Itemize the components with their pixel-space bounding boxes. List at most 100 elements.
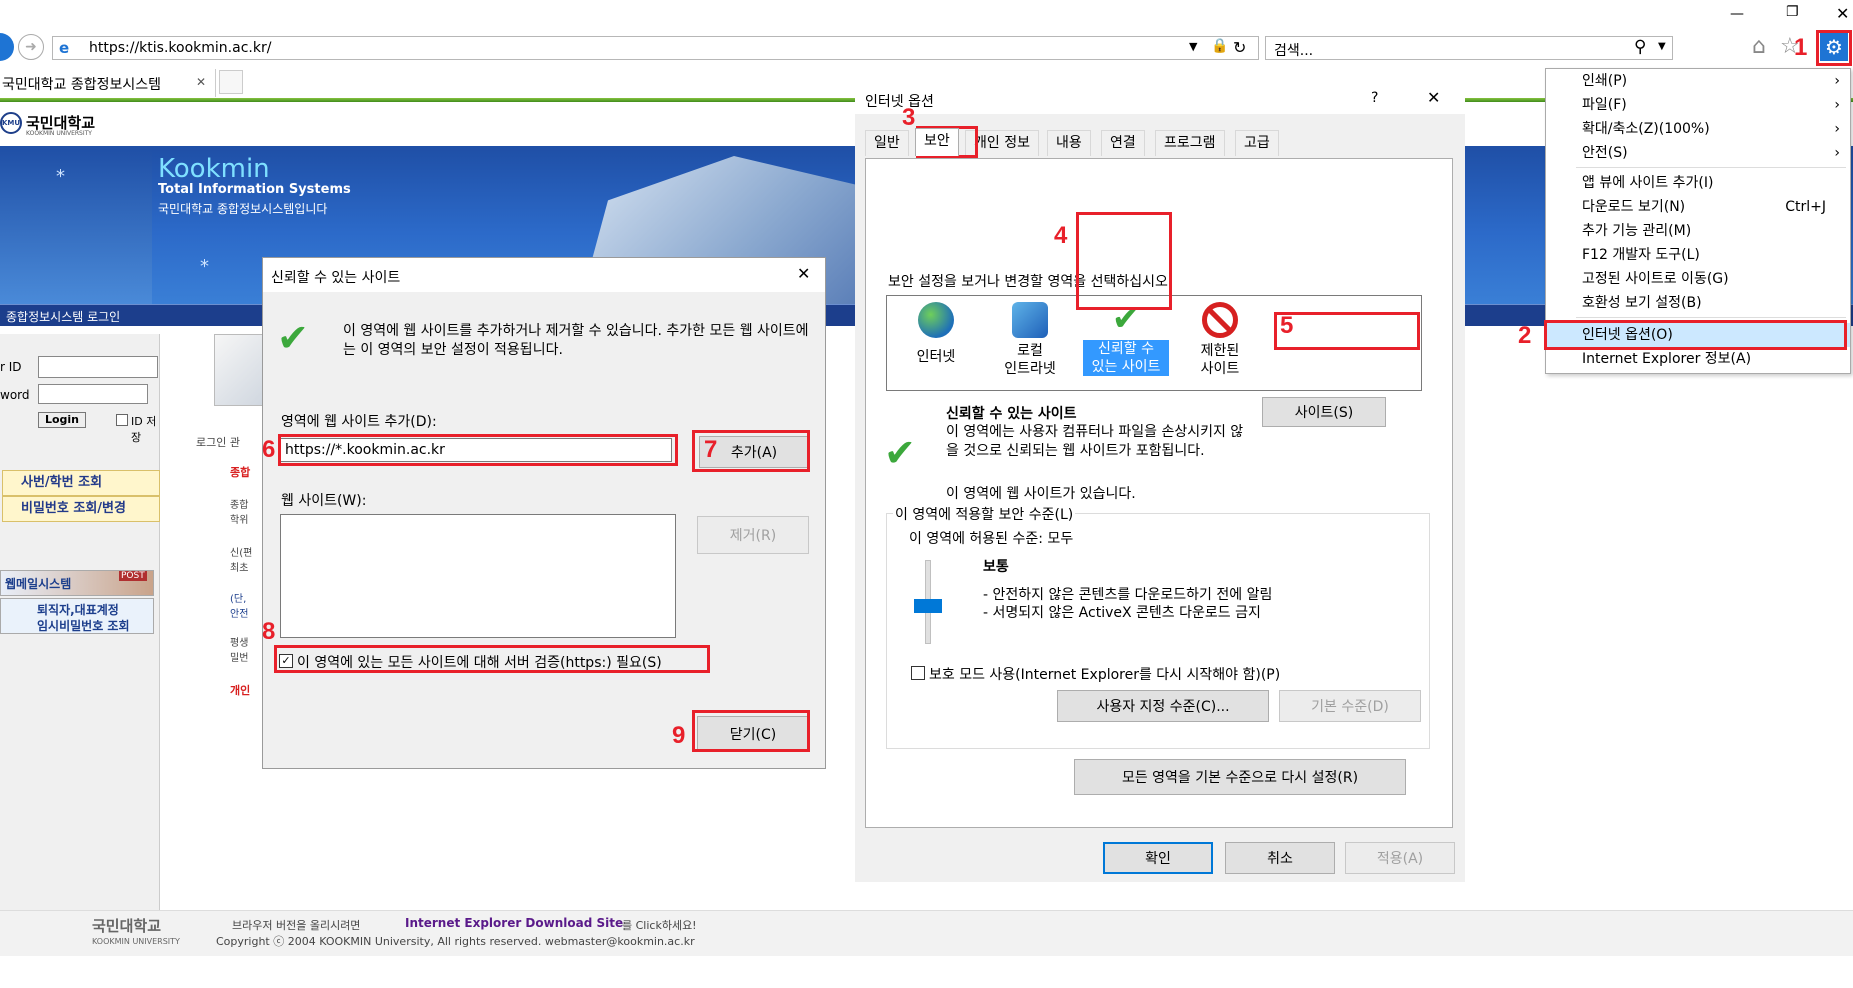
zone-description: 이 영역에는 사용자 컴퓨터나 파일을 손상시키지 않을 것으로 신뢰되는 웹 … <box>946 424 1244 459</box>
ie-download-link[interactable]: Internet Explorer Download Site <box>405 916 623 930</box>
banner-star-icon: * <box>200 256 209 277</box>
notice-item[interactable]: (단, 안전 <box>230 590 248 620</box>
websites-list[interactable] <box>280 514 676 638</box>
search-dropdown-icon[interactable]: ▼ <box>1658 41 1666 52</box>
protected-mode-checkbox[interactable] <box>911 666 925 680</box>
zone-trusted-sites[interactable]: ✔ 신뢰할 수 있는 사이트 <box>1083 298 1169 388</box>
close-icon[interactable]: ✕ <box>1427 88 1440 107</box>
default-level-button[interactable]: 기본 수준(D) <box>1279 690 1421 722</box>
tab-general[interactable]: 일반 <box>865 130 909 156</box>
menu-item-print[interactable]: 인쇄(P) › <box>1546 69 1850 93</box>
chevron-right-icon: › <box>1834 121 1840 137</box>
custom-level-button[interactable]: 사용자 지정 수준(C)... <box>1057 690 1269 722</box>
retire-account-banner[interactable]: 퇴직자,대표계정 임시비밀번호 조회 <box>0 598 154 634</box>
webmail-banner[interactable]: 웹메일시스템 POST <box>0 570 154 596</box>
password-lookup-link[interactable]: 비밀번호 조회/변경 <box>2 496 160 522</box>
search-icon[interactable]: ⚲ <box>1634 37 1646 57</box>
slider-thumb[interactable] <box>914 599 942 613</box>
retire-line1: 퇴직자,대표계정 <box>37 603 119 617</box>
minimize-icon[interactable]: — <box>1730 6 1750 22</box>
cancel-button[interactable]: 취소 <box>1225 842 1335 874</box>
new-tab-button[interactable] <box>219 70 243 94</box>
notice-item[interactable]: 종합 <box>230 464 250 480</box>
gear-icon[interactable]: ⚙ <box>1820 33 1848 61</box>
add-site-value: https://*.kookmin.ac.kr <box>285 442 445 458</box>
https-checkbox[interactable]: ✓ <box>279 654 293 668</box>
security-level-group: 이 영역에 적용할 보안 수준(L) 이 영역에 허용된 수준: 모두 보통 -… <box>886 504 1430 749</box>
zone-local-intranet[interactable]: 로컬 인트라넷 <box>987 300 1073 386</box>
add-site-input[interactable]: https://*.kookmin.ac.kr <box>280 438 672 462</box>
menu-item-devtools[interactable]: F12 개발자 도구(L) <box>1546 243 1850 267</box>
studentno-lookup-link[interactable]: 사번/학번 조회 <box>2 470 160 496</box>
menu-label: 인터넷 옵션(O) <box>1582 327 1673 343</box>
back-button[interactable] <box>0 33 14 61</box>
browser-tab[interactable]: 국민대학교 종합정보시스템 ✕ <box>0 69 216 97</box>
menu-item-addons[interactable]: 추가 기능 관리(M) <box>1546 219 1850 243</box>
search-input[interactable]: 검색... <box>1274 40 1313 60</box>
menu-item-pinned-sites[interactable]: 고정된 사이트로 이동(G) <box>1546 267 1850 291</box>
search-box[interactable]: 검색... ⚲ ▼ <box>1265 36 1673 60</box>
zone-internet[interactable]: 인터넷 <box>893 300 979 386</box>
menu-label: 앱 뷰에 사이트 추가(I) <box>1582 175 1714 191</box>
home-icon[interactable]: ⌂ <box>1752 34 1766 59</box>
menu-item-downloads[interactable]: 다운로드 보기(N) Ctrl+J <box>1546 195 1850 219</box>
tab-programs[interactable]: 프로그램 <box>1155 130 1225 156</box>
step-number-5: 5 <box>1280 312 1294 339</box>
address-bar[interactable]: e https://ktis.kookmin.ac.kr/ ▼ 🔒 ↻ <box>52 36 1259 60</box>
ok-button[interactable]: 확인 <box>1103 842 1213 874</box>
menu-divider <box>1576 167 1846 168</box>
menu-item-about-ie[interactable]: Internet Explorer 정보(A) <box>1546 347 1850 371</box>
tab-content[interactable]: 내용 <box>1047 130 1091 156</box>
password-input[interactable] <box>38 384 148 404</box>
remove-button[interactable]: 제거(R) <box>697 516 809 554</box>
forward-button[interactable]: ➜ <box>18 34 44 60</box>
notice-item[interactable]: 개인 <box>230 682 250 698</box>
reset-all-zones-button[interactable]: 모든 영역을 기본 수준으로 다시 설정(R) <box>1074 759 1406 795</box>
notice-item[interactable]: 종합 학위 <box>230 496 248 526</box>
menu-item-compat-view[interactable]: 호환성 보기 설정(B) <box>1546 291 1850 315</box>
tab-title: 국민대학교 종합정보시스템 <box>2 77 162 93</box>
tab-connections[interactable]: 연결 <box>1101 130 1145 156</box>
login-button[interactable]: Login <box>38 412 86 428</box>
security-tab-panel: 보안 설정을 보거나 변경할 영역을 선택하십시오. 인터넷 로컬 인트라넷 ✔… <box>865 158 1453 828</box>
close-button[interactable]: 닫기(C) <box>697 716 809 752</box>
id-label: r ID <box>0 360 22 374</box>
notice-item[interactable]: 평생 밀번 <box>230 634 248 664</box>
menu-item-safety[interactable]: 안전(S) › <box>1546 141 1850 165</box>
tab-close-icon[interactable]: ✕ <box>196 75 206 89</box>
close-icon[interactable]: ✕ <box>797 264 810 283</box>
tab-privacy[interactable]: 개인 정보 <box>965 130 1039 156</box>
tab-security[interactable]: 보안 <box>915 128 959 156</box>
step-number-7: 7 <box>704 436 718 463</box>
monitor-image <box>214 334 268 406</box>
https-checkbox-label[interactable]: 이 영역에 있는 모든 사이트에 대해 서버 검증(https:) 필요(S) <box>297 652 662 672</box>
close-window-icon[interactable]: ✕ <box>1836 4 1852 23</box>
refresh-icon[interactable]: ↻ <box>1233 38 1246 57</box>
dropdown-icon[interactable]: ▼ <box>1189 40 1197 53</box>
apply-button[interactable]: 적용(A) <box>1345 842 1455 874</box>
id-save-checkbox[interactable] <box>116 414 128 426</box>
allowed-level: 이 영역에 허용된 수준: 모두 <box>909 531 1074 547</box>
link-label: 사번/학번 조회 <box>21 475 103 490</box>
step-number-9: 9 <box>672 722 686 749</box>
protected-mode-label[interactable]: 보호 모드 사용(Internet Explorer를 다시 시작해야 함)(P… <box>929 664 1280 684</box>
id-input[interactable] <box>38 356 158 378</box>
menu-item-internet-options[interactable]: 인터넷 옵션(O) <box>1546 323 1850 347</box>
menu-item-zoom[interactable]: 확대/축소(Z)(100%) › <box>1546 117 1850 141</box>
help-icon[interactable]: ? <box>1371 90 1378 106</box>
sites-button[interactable]: 사이트(S) <box>1262 397 1386 427</box>
security-level-slider[interactable] <box>914 560 942 644</box>
tab-label: 연결 <box>1110 135 1136 151</box>
university-logo[interactable]: KMU 국민대학교 KOOKMIN UNIVERSITY <box>0 110 120 144</box>
menu-item-add-app-view[interactable]: 앱 뷰에 사이트 추가(I) <box>1546 171 1850 195</box>
zone-restricted-sites[interactable]: 제한된 사이트 <box>1177 300 1263 386</box>
tab-label: 개인 정보 <box>974 135 1030 151</box>
tab-advanced[interactable]: 고급 <box>1235 130 1279 156</box>
menu-item-file[interactable]: 파일(F) › <box>1546 93 1850 117</box>
level-bullet: - 서명되지 않은 ActiveX 콘텐츠 다운로드 금지 <box>983 605 1261 621</box>
tab-label: 보안 <box>924 133 950 149</box>
url-text: https://ktis.kookmin.ac.kr/ <box>89 40 272 56</box>
notice-item[interactable]: 신(편 최초 <box>230 544 252 574</box>
restore-icon[interactable]: ❐ <box>1786 4 1806 22</box>
tab-label: 일반 <box>874 135 900 151</box>
